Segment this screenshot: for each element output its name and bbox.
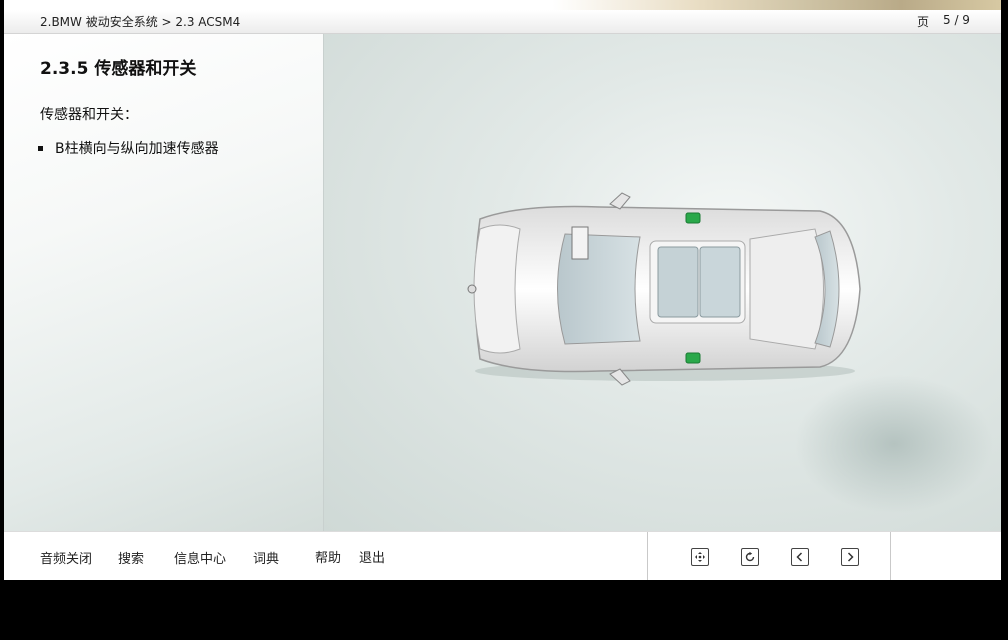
app-window: 2.BMW 被动安全系统 > 2.3 ACSM4 页 5 / 9 2.3.5 传…: [4, 0, 1001, 580]
navigation-controls: [647, 532, 891, 580]
refresh-icon[interactable]: [741, 548, 759, 566]
info-center-button[interactable]: 信息中心: [174, 548, 226, 567]
breadcrumb: 2.BMW 被动安全系统 > 2.3 ACSM4: [40, 15, 241, 29]
next-icon[interactable]: [841, 548, 859, 566]
bullet-icon: [38, 145, 43, 151]
text-panel: 2.3.5 传感器和开关 传感器和开关： B柱横向与纵向加速传感器: [4, 34, 324, 531]
background-shadow: [794, 374, 994, 514]
page-label: 页: [917, 15, 930, 29]
page-title: 2.3.5 传感器和开关: [40, 59, 197, 79]
intro-text: 传感器和开关：: [40, 107, 138, 123]
sensor-lower: [685, 352, 701, 364]
navigate-icon[interactable]: [691, 548, 709, 566]
exit-button[interactable]: 退出: [359, 547, 385, 566]
list-item: B柱横向与纵向加速传感器: [38, 138, 219, 158]
search-button[interactable]: 搜索: [118, 548, 144, 567]
page-number: 5 / 9: [943, 13, 970, 27]
list-item-text: B柱横向与纵向加速传感器: [55, 141, 219, 157]
audio-off-button[interactable]: 音频关闭: [40, 548, 92, 567]
sensor-upper: [685, 212, 701, 224]
previous-icon[interactable]: [791, 548, 809, 566]
dictionary-button[interactable]: 词典: [253, 548, 279, 567]
header-decoration: [4, 0, 1001, 10]
illustration-area: [324, 34, 1001, 531]
footer-bar: 音频关闭 搜索 信息中心 词典 帮助 退出: [4, 531, 1001, 580]
help-button[interactable]: 帮助: [315, 547, 341, 566]
car-top-view-illustration: [467, 192, 861, 386]
